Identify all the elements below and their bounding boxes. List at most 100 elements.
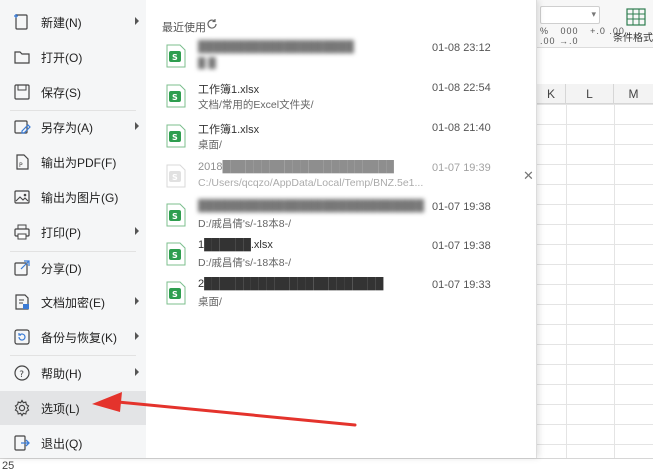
menu-item-print[interactable]: 打印(P) — [0, 215, 146, 249]
save-as-icon — [12, 117, 32, 137]
menu-item-label: 输出为PDF(F) — [41, 155, 117, 170]
cell-grid[interactable] — [537, 104, 653, 458]
percent-format-button[interactable]: % — [540, 26, 549, 36]
file-name: 1██████.xlsx — [198, 239, 273, 251]
file-time: 01-08 23:12 — [432, 42, 491, 54]
submenu-arrow-icon — [135, 227, 139, 235]
column-header-k[interactable]: K — [537, 84, 566, 104]
image-export-icon — [12, 187, 32, 207]
spreadsheet-file-icon: S — [166, 164, 186, 188]
conditional-format-icon[interactable] — [626, 8, 646, 26]
close-icon[interactable]: ✕ — [523, 168, 534, 184]
column-header-l[interactable]: L — [566, 84, 614, 104]
thousands-format-button[interactable]: 000 — [561, 26, 579, 36]
spreadsheet-file-icon: S — [166, 281, 186, 305]
column-header-m[interactable]: M — [614, 84, 653, 104]
menu-item-label: 选项(L) — [41, 401, 80, 416]
file-time: 01-07 19:33 — [432, 279, 491, 291]
svg-text:P: P — [19, 162, 23, 169]
menu-item-save-as[interactable]: 另存为(A) — [0, 110, 146, 144]
file-menu-nav: 新建(N) 打开(O) 保存(S) 另存为(A) P 输出为PDF(F) 输出为… — [0, 0, 146, 458]
printer-icon — [12, 222, 32, 242]
spreadsheet-file-icon: S — [166, 242, 186, 266]
menu-item-open[interactable]: 打开(O) — [0, 40, 146, 74]
file-name: 工作簿1.xlsx — [198, 84, 260, 96]
menu-item-label: 备份与恢复(K) — [41, 330, 117, 345]
submenu-arrow-icon — [135, 297, 139, 305]
menu-item-label: 保存(S) — [41, 85, 81, 100]
file-name: █████████████████████████████ — [198, 200, 425, 212]
file-path: D:/戚昌倩's/-18本8-/ — [198, 257, 292, 269]
folder-open-icon — [12, 47, 32, 67]
recent-file-row[interactable]: S 2███████████████████████ 桌面/ 01-07 19:… — [160, 277, 505, 313]
menu-item-label: 分享(D) — [41, 261, 82, 276]
file-time: 01-07 19:38 — [432, 240, 491, 252]
spreadsheet-file-icon: S — [166, 124, 186, 148]
svg-text:S: S — [172, 251, 178, 260]
row-number: 25 — [2, 460, 15, 472]
recent-file-row[interactable]: S 工作簿1.xlsx 文档/常用的Excel文件夹/ 01-08 22:54 — [160, 80, 505, 116]
file-path: █ █ — [198, 57, 216, 69]
menu-item-export-pdf[interactable]: P 输出为PDF(F) — [0, 145, 146, 179]
file-name: ████████████████████ — [198, 41, 354, 53]
file-path: 桌面/ — [198, 296, 222, 308]
svg-text:S: S — [172, 93, 178, 102]
submenu-arrow-icon — [135, 17, 139, 25]
recent-file-row[interactable]: S 2018██████████████████████ C:/Users/qc… — [160, 160, 505, 196]
exit-icon — [12, 433, 32, 453]
menu-item-options[interactable]: 选项(L) — [0, 391, 146, 425]
new-file-icon — [12, 12, 32, 32]
encrypt-icon — [12, 292, 32, 312]
spreadsheet-file-icon: S — [166, 203, 186, 227]
recent-file-row[interactable]: S 工作簿1.xlsx 桌面/ 01-08 21:40 — [160, 120, 505, 156]
recent-file-row[interactable]: S ████████████████████ █ █ 01-08 23:12 — [160, 40, 505, 76]
svg-text:S: S — [172, 212, 178, 221]
menu-item-label: 打印(P) — [41, 225, 81, 240]
decrease-decimal-button[interactable]: .00 →.0 — [540, 36, 579, 46]
conditional-format-label[interactable]: 条件格式 — [613, 29, 653, 44]
menu-item-label: 退出(Q) — [41, 436, 83, 451]
menu-item-label: 另存为(A) — [41, 120, 93, 135]
menu-item-save[interactable]: 保存(S) — [0, 75, 146, 109]
submenu-arrow-icon — [135, 368, 139, 376]
pdf-export-icon: P — [12, 152, 32, 172]
svg-text:S: S — [172, 290, 178, 299]
svg-text:S: S — [172, 53, 178, 62]
menu-item-exit[interactable]: 退出(Q) — [0, 426, 146, 460]
file-path: 文档/常用的Excel文件夹/ — [198, 99, 314, 111]
submenu-arrow-icon — [135, 332, 139, 340]
refresh-icon[interactable] — [206, 18, 218, 30]
recent-file-row[interactable]: S 1██████.xlsx D:/戚昌倩's/-18本8-/ 01-07 19… — [160, 238, 505, 274]
spreadsheet-file-icon: S — [166, 44, 186, 68]
menu-item-label: 帮助(H) — [41, 366, 82, 381]
menu-item-export-image[interactable]: 输出为图片(G) — [0, 180, 146, 214]
file-path: C:/Users/qcqzo/AppData/Local/Temp/BNZ.5e… — [198, 177, 423, 189]
share-icon — [12, 258, 32, 278]
help-icon: ? — [12, 363, 32, 383]
column-header-row: K L M — [537, 84, 653, 104]
menu-item-share[interactable]: 分享(D) — [0, 251, 146, 285]
svg-text:S: S — [172, 173, 178, 182]
file-path: D:/戚昌倩's/-18本8-/ — [198, 218, 292, 230]
gear-icon — [12, 398, 32, 418]
sheet-bottom-strip — [0, 458, 653, 475]
file-time: 01-07 19:39 — [432, 162, 491, 174]
menu-item-label: 文档加密(E) — [41, 295, 105, 310]
menu-item-encrypt[interactable]: 文档加密(E) — [0, 285, 146, 319]
save-icon — [12, 82, 32, 102]
file-name: 2018██████████████████████ — [198, 161, 394, 173]
spreadsheet-file-icon: S — [166, 84, 186, 108]
file-menu-panel: 新建(N) 打开(O) 保存(S) 另存为(A) P 输出为PDF(F) 输出为… — [0, 0, 537, 458]
recent-file-row[interactable]: S █████████████████████████████ D:/戚昌倩's… — [160, 199, 505, 235]
svg-text:S: S — [172, 133, 178, 142]
svg-text:?: ? — [19, 370, 24, 380]
file-name: 工作簿1.xlsx — [198, 124, 260, 136]
file-time: 01-08 22:54 — [432, 82, 491, 94]
menu-item-new[interactable]: 新建(N) — [0, 5, 146, 39]
menu-item-label: 新建(N) — [41, 15, 82, 30]
file-name: 2███████████████████████ — [198, 278, 384, 290]
number-format-dropdown[interactable]: ▾ — [540, 6, 600, 24]
submenu-arrow-icon — [135, 122, 139, 130]
menu-item-help[interactable]: ? 帮助(H) — [0, 356, 146, 390]
menu-item-backup[interactable]: 备份与恢复(K) — [0, 320, 146, 354]
